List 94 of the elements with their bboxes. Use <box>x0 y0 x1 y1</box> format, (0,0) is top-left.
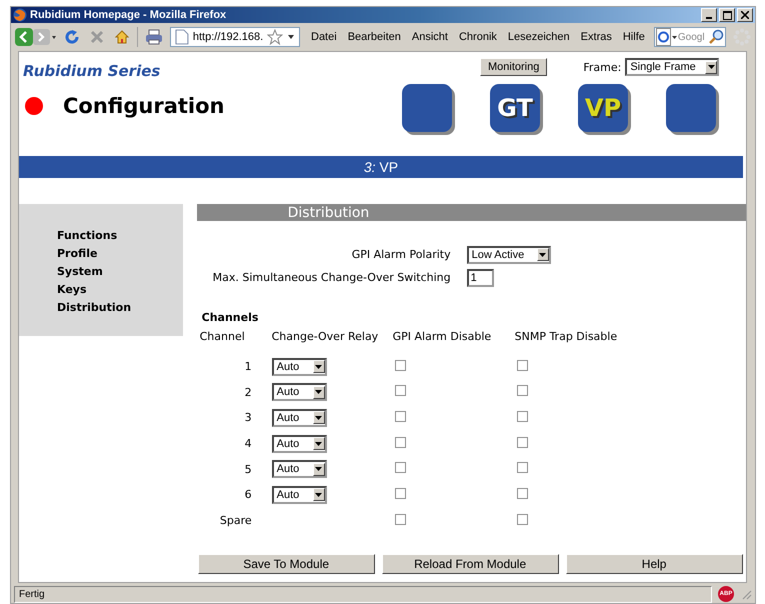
menu-item[interactable]: Extras <box>580 31 612 43</box>
checkbox[interactable] <box>394 488 406 499</box>
window-title: Rubidium Homepage - Mozilla Firefox <box>30 9 226 21</box>
checkbox[interactable] <box>516 514 528 525</box>
caret-icon <box>315 416 322 420</box>
field-label: GPI Alarm Polarity <box>350 248 451 261</box>
checkbox[interactable] <box>516 436 528 448</box>
menu-item[interactable]: Hilfe <box>622 31 645 43</box>
star-icon[interactable] <box>267 29 284 45</box>
menu-item[interactable]: Datei <box>311 31 337 43</box>
relay-select[interactable]: Auto <box>272 408 327 427</box>
channel-number: 2 <box>244 386 252 399</box>
back-forward-buttons[interactable] <box>15 28 57 46</box>
resize-grip-icon <box>740 588 752 600</box>
channels-heading: Channels <box>202 311 260 324</box>
close-icon <box>741 11 749 19</box>
address-bar[interactable]: http://192.168. <box>170 27 300 47</box>
channel-number: 3 <box>244 411 252 424</box>
caret-icon <box>315 467 322 472</box>
caret-icon <box>539 252 546 256</box>
polarity-select[interactable]: Low Active <box>466 246 551 264</box>
frame-select[interactable]: Single Frame <box>625 58 720 76</box>
action-button[interactable]: Help <box>566 554 743 574</box>
checkbox[interactable] <box>516 488 528 499</box>
search-engine-icon[interactable] <box>656 28 678 46</box>
page-title: Configuration <box>63 94 224 118</box>
menu-item[interactable]: Ansicht <box>412 31 448 43</box>
module-tile-button[interactable]: GT <box>490 84 540 132</box>
maximize-button[interactable] <box>719 8 735 22</box>
relay-select[interactable]: Auto <box>272 486 327 504</box>
maximize-icon <box>722 10 732 20</box>
search-field[interactable]: Googl <box>654 27 726 47</box>
action-button[interactable]: Save To Module <box>198 554 375 574</box>
relay-select[interactable]: Auto <box>272 460 327 478</box>
caret-icon <box>315 492 322 497</box>
channel-number: 5 <box>244 462 252 476</box>
monitoring-button[interactable]: Monitoring <box>480 58 548 76</box>
module-tile-button[interactable] <box>666 84 716 132</box>
sidebar-link[interactable]: Functions <box>57 228 118 244</box>
page-icon <box>175 29 189 45</box>
search-icon[interactable] <box>708 29 724 45</box>
module-bar: 3: VP <box>19 156 743 178</box>
sidebar-link[interactable]: Distribution <box>57 300 132 316</box>
action-button[interactable]: Reload From Module <box>382 554 559 574</box>
checkbox[interactable] <box>516 385 528 396</box>
checkbox[interactable] <box>394 514 406 525</box>
reload-icon[interactable] <box>64 29 80 45</box>
stop-icon[interactable] <box>89 29 105 45</box>
back-forward-icon <box>15 28 57 46</box>
printer-icon[interactable] <box>145 29 163 45</box>
column-header: SNMP Trap Disable <box>514 329 618 343</box>
sidebar-link[interactable]: System <box>57 264 103 280</box>
column-header: Change-Over Relay <box>270 329 380 343</box>
caret-icon <box>315 442 322 446</box>
sidebar-link[interactable]: Profile <box>57 246 98 262</box>
module-tile-button[interactable]: VP <box>578 84 628 132</box>
checkbox[interactable] <box>394 462 406 474</box>
status-text: Fertig <box>14 586 712 602</box>
caret-icon <box>708 65 715 69</box>
checkbox[interactable] <box>394 360 406 371</box>
menu-item[interactable]: Chronik <box>458 31 497 43</box>
section-header: Distribution <box>196 204 746 221</box>
caret-icon <box>315 364 322 369</box>
globe-icon <box>13 8 27 22</box>
relay-select[interactable]: Auto <box>272 434 327 453</box>
switching-input[interactable]: 1 <box>466 268 494 286</box>
checkbox[interactable] <box>394 436 406 448</box>
frame-label: Frame: <box>583 60 622 74</box>
checkbox[interactable] <box>394 385 406 396</box>
minimize-icon <box>706 16 712 18</box>
checkbox[interactable] <box>516 360 528 371</box>
caret-icon <box>315 390 322 394</box>
menu-item[interactable]: Bearbeiten <box>348 31 401 43</box>
status-dot <box>25 97 43 115</box>
minimize-button[interactable] <box>701 8 717 22</box>
sidebar-link[interactable]: Keys <box>57 282 87 298</box>
checkbox[interactable] <box>516 410 528 422</box>
close-button[interactable] <box>737 8 753 22</box>
relay-select[interactable]: Auto <box>272 358 327 376</box>
brand-title: Rubidium Series <box>23 62 162 80</box>
channel-number: 6 <box>244 488 252 502</box>
field-label: Max. Simultaneous Change-Over Switching <box>212 271 451 284</box>
column-header: Channel <box>200 329 246 343</box>
module-tile-button[interactable] <box>402 84 452 132</box>
column-header: GPI Alarm Disable <box>392 329 492 343</box>
menu-item[interactable]: Lesezeichen <box>508 31 570 43</box>
channel-number: Spare <box>220 514 252 528</box>
channel-number: 1 <box>244 360 252 374</box>
channel-number: 4 <box>244 437 252 450</box>
relay-select[interactable]: Auto <box>272 383 327 402</box>
home-icon[interactable] <box>114 29 130 45</box>
checkbox[interactable] <box>394 410 406 422</box>
dropdown-icon[interactable] <box>287 34 295 40</box>
checkbox[interactable] <box>516 462 528 474</box>
